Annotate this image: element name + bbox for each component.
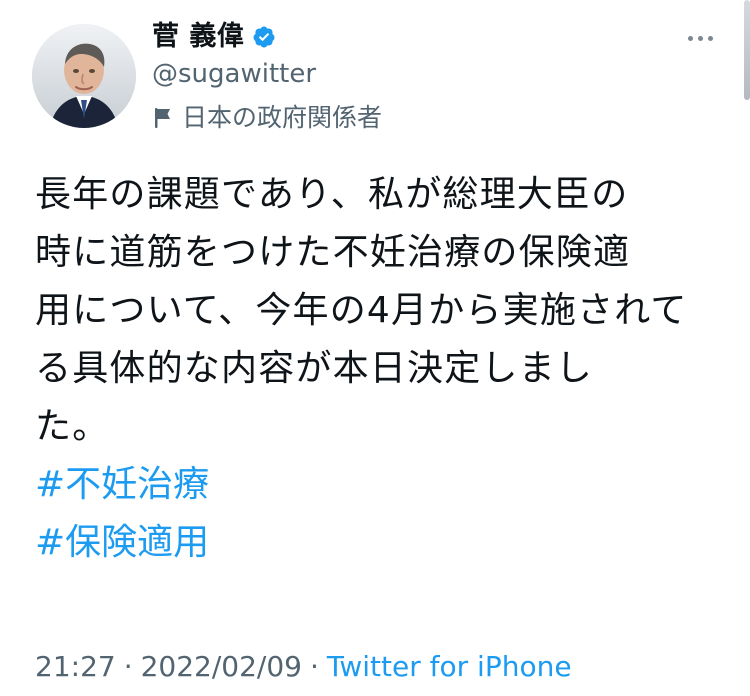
tweet-time: 21:27 xyxy=(35,650,116,683)
affiliation-label-row: 日本の政府関係者 xyxy=(152,102,382,134)
avatar[interactable] xyxy=(32,24,136,128)
hashtag-link[interactable]: #不妊治療 xyxy=(35,456,719,514)
flag-icon xyxy=(152,105,174,131)
name-row: 菅 義偉 xyxy=(152,20,276,54)
tweet-text-line: る具体的な内容が本日決定しまし xyxy=(35,348,594,389)
affiliation-label: 日本の政府関係者 xyxy=(182,103,383,132)
display-name[interactable]: 菅 義偉 xyxy=(152,20,244,54)
meta-separator: · xyxy=(123,650,133,683)
more-dot xyxy=(687,35,693,41)
tweet-body: 長年の課題であり、私が総理大臣の 時に道筋をつけた不妊治療の保険適 用について、… xyxy=(35,166,719,572)
more-dot xyxy=(707,35,713,41)
avatar-image xyxy=(32,24,136,128)
tweet-date: 2022/02/09 xyxy=(140,650,302,683)
tweet-text-line: 用について、今年の4月から実施されて xyxy=(35,290,688,331)
user-meta: 菅 義偉 @sugawitter 日本の政府関係者 xyxy=(152,20,672,136)
user-handle[interactable]: @sugawitter xyxy=(152,58,316,90)
more-icon[interactable] xyxy=(680,28,720,48)
scroll-indicator xyxy=(744,0,750,100)
tweet-text-line: た。 xyxy=(35,406,110,447)
tweet-header: 菅 義偉 @sugawitter 日本の政府関係者 xyxy=(0,0,750,150)
tweet-screenshot: 菅 義偉 @sugawitter 日本の政府関係者 長年の課題であり、私が総理大… xyxy=(0,0,750,696)
hashtag-link[interactable]: #保険適用 xyxy=(35,514,719,572)
verified-icon xyxy=(252,25,276,49)
more-dot xyxy=(697,35,703,41)
tweet-text-line: 時に道筋をつけた不妊治療の保険適 xyxy=(35,232,631,273)
tweet-text-line: 長年の課題であり、私が総理大臣の xyxy=(35,174,629,215)
tweet-source-link[interactable]: Twitter for iPhone xyxy=(327,648,572,686)
tweet-meta: 21:27 · 2022/02/09 · Twitter for iPhone xyxy=(35,648,572,686)
meta-separator: · xyxy=(310,650,319,683)
